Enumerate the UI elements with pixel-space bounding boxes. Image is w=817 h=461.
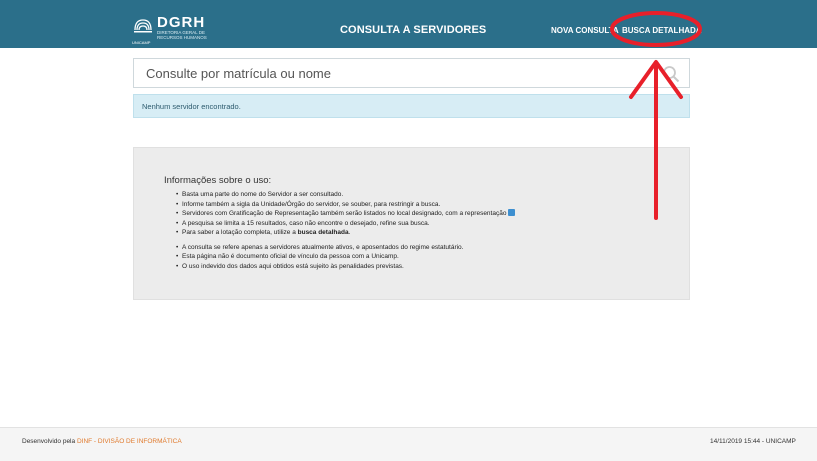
search-box (133, 58, 690, 88)
info-note: A consulta se refere apenas a servidores… (176, 243, 642, 253)
dinf-link[interactable]: DINF - DIVISÃO DE INFORMÁTICA (77, 438, 182, 445)
footer-credits: Desenvolvido pela DINF - DIVISÃO DE INFO… (22, 438, 182, 445)
nav-detailed-search-link[interactable]: BUSCA DETALHADA (622, 26, 702, 35)
footer-developed-by: Desenvolvido pela (22, 438, 77, 445)
detailed-search-link[interactable]: busca detalhada (298, 229, 349, 236)
dgrh-logo[interactable]: DGRH DIRETORIA GERAL DE RECURSOS HUMANOS… (132, 14, 213, 45)
nav-new-search-link[interactable]: NOVA CONSULTA (551, 26, 619, 35)
top-bar: DGRH DIRETORIA GERAL DE RECURSOS HUMANOS… (0, 0, 817, 48)
info-item: Servidores com Gratificação de Represent… (176, 209, 642, 219)
info-note: O uso indevido dos dados aqui obtidos es… (176, 262, 642, 272)
logo-text: DGRH (157, 14, 206, 31)
info-item: Para saber a lotação completa, utilize a… (176, 228, 642, 238)
info-title: Informações sobre o uso: (164, 175, 272, 186)
info-item: Informe também a sigla da Unidade/Órgão … (176, 200, 642, 210)
usage-info-panel: Informações sobre o uso: Basta uma parte… (133, 147, 690, 300)
logo-org: UNICAMP (132, 40, 151, 45)
info-item: Basta uma parte do nome do Servidor a se… (176, 190, 642, 200)
page-title: CONSULTA A SERVIDORES (340, 24, 487, 36)
info-item: A pesquisa se limita a 15 resultados, ca… (176, 219, 642, 229)
footer: Desenvolvido pela DINF - DIVISÃO DE INFO… (0, 427, 817, 461)
info-note: Esta página não é documento oficial de v… (176, 252, 642, 262)
search-input[interactable] (146, 63, 646, 83)
representation-icon (508, 209, 516, 216)
unicamp-logo-icon (134, 19, 152, 33)
logo-subtitle: DIRETORIA GERAL DE RECURSOS HUMANOS (157, 30, 207, 40)
search-icon[interactable] (662, 65, 680, 83)
alert-message: Nenhum servidor encontrado. (142, 102, 241, 111)
footer-timestamp: 14/11/2019 15:44 - UNICAMP (710, 438, 796, 445)
info-list: Basta uma parte do nome do Servidor a se… (176, 190, 642, 272)
no-results-alert: Nenhum servidor encontrado. (133, 94, 690, 118)
